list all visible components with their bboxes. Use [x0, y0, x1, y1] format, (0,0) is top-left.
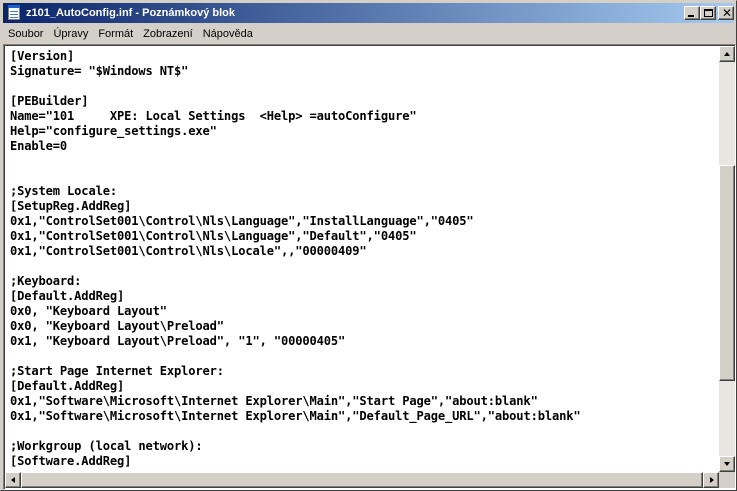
close-icon: ✕	[722, 6, 733, 20]
title-bar[interactable]: z101_AutoConfig.inf - Poznámkový blok	[3, 3, 734, 23]
close-button[interactable]: ✕	[718, 6, 734, 20]
scrollbar-corner	[719, 472, 735, 488]
maximize-button[interactable]	[700, 6, 716, 20]
horizontal-scroll-thumb[interactable]	[21, 472, 703, 488]
text-line[interactable]: 0x1,"Software\Microsoft\Internet Explore…	[10, 409, 719, 424]
editor: [Version] Signature= "$Windows NT$" [PEBui…	[4, 45, 735, 489]
arrow-left-icon	[11, 477, 15, 483]
text-line[interactable]: [PEBuilder]	[10, 94, 719, 109]
text-line[interactable]: Signature= "$Windows NT$"	[10, 64, 719, 79]
text-line[interactable]	[10, 169, 719, 184]
menu-soubor[interactable]: Soubor	[3, 28, 48, 40]
text-line[interactable]: 0x1,"ControlSet001\Control\Nls\Language"…	[10, 229, 719, 244]
horizontal-scrollbar[interactable]	[5, 472, 719, 488]
text-line[interactable]: ;System Locale:	[10, 184, 719, 199]
text-line[interactable]: 0x0, "Keyboard Layout\Preload"	[10, 319, 719, 334]
arrow-right-icon	[710, 477, 714, 483]
text-line[interactable]	[10, 349, 719, 364]
text-line[interactable]	[10, 259, 719, 274]
window-title: z101_AutoConfig.inf - Poznámkový blok	[26, 7, 236, 19]
menu-bar: Soubor Úpravy Formát Zobrazení Nápověda	[3, 24, 734, 43]
text-line[interactable]: 0x1,"ControlSet001\Control\Nls\Language"…	[10, 214, 719, 229]
text-line[interactable]: 0x1, "Keyboard Layout\Preload", "1", "00…	[10, 334, 719, 349]
maximize-icon	[704, 9, 713, 17]
menu-zobrazeni[interactable]: Zobrazení	[138, 28, 198, 40]
document-text[interactable]: [Version] Signature= "$Windows NT$" [PEBui…	[5, 46, 719, 469]
menu-upravy[interactable]: Úpravy	[48, 28, 93, 40]
scroll-left-button[interactable]	[5, 472, 21, 488]
arrow-down-icon	[724, 462, 730, 466]
text-line[interactable]: ;Start Page Internet Explorer:	[10, 364, 719, 379]
arrow-up-icon	[724, 52, 730, 56]
vertical-scroll-thumb[interactable]	[719, 165, 735, 381]
text-line[interactable]: [Default.AddReg]	[10, 289, 719, 304]
text-line[interactable]: 0x1,"ControlSet001\Control\Nls\Locale",,…	[10, 244, 719, 259]
scroll-up-button[interactable]	[719, 46, 735, 62]
text-line[interactable]: 0x0, "Keyboard Layout"	[10, 304, 719, 319]
notepad-window: z101_AutoConfig.inf - Poznámkový blok ✕ …	[0, 0, 737, 491]
text-line[interactable]: Help="configure_settings.exe"	[10, 124, 719, 139]
text-line[interactable]: [Version]	[10, 49, 719, 64]
vertical-scrollbar[interactable]	[719, 46, 735, 472]
text-line[interactable]: Name="101 XPE: Local Settings <Help> =au…	[10, 109, 719, 124]
text-line[interactable]: [Software.AddReg]	[10, 454, 719, 469]
text-line[interactable]	[10, 154, 719, 169]
text-line[interactable]: [Default.AddReg]	[10, 379, 719, 394]
scroll-down-button[interactable]	[719, 456, 735, 472]
editor-frame: [Version] Signature= "$Windows NT$" [PEBui…	[3, 44, 736, 490]
text-line[interactable]	[10, 424, 719, 439]
minimize-button[interactable]	[684, 6, 700, 20]
text-line[interactable]: Enable=0	[10, 139, 719, 154]
text-line[interactable]: 0x1,"Software\Microsoft\Internet Explore…	[10, 394, 719, 409]
text-line[interactable]: ;Workgroup (local network):	[10, 439, 719, 454]
scroll-right-button[interactable]	[703, 472, 719, 488]
minimize-icon	[688, 15, 694, 17]
menu-format[interactable]: Formát	[93, 28, 138, 40]
text-line[interactable]: ;Keyboard:	[10, 274, 719, 289]
text-line[interactable]: [SetupReg.AddReg]	[10, 199, 719, 214]
menu-napoveda[interactable]: Nápověda	[198, 28, 258, 40]
text-area[interactable]: [Version] Signature= "$Windows NT$" [PEBui…	[5, 46, 719, 472]
text-line[interactable]	[10, 79, 719, 94]
notepad-icon[interactable]	[6, 5, 22, 21]
